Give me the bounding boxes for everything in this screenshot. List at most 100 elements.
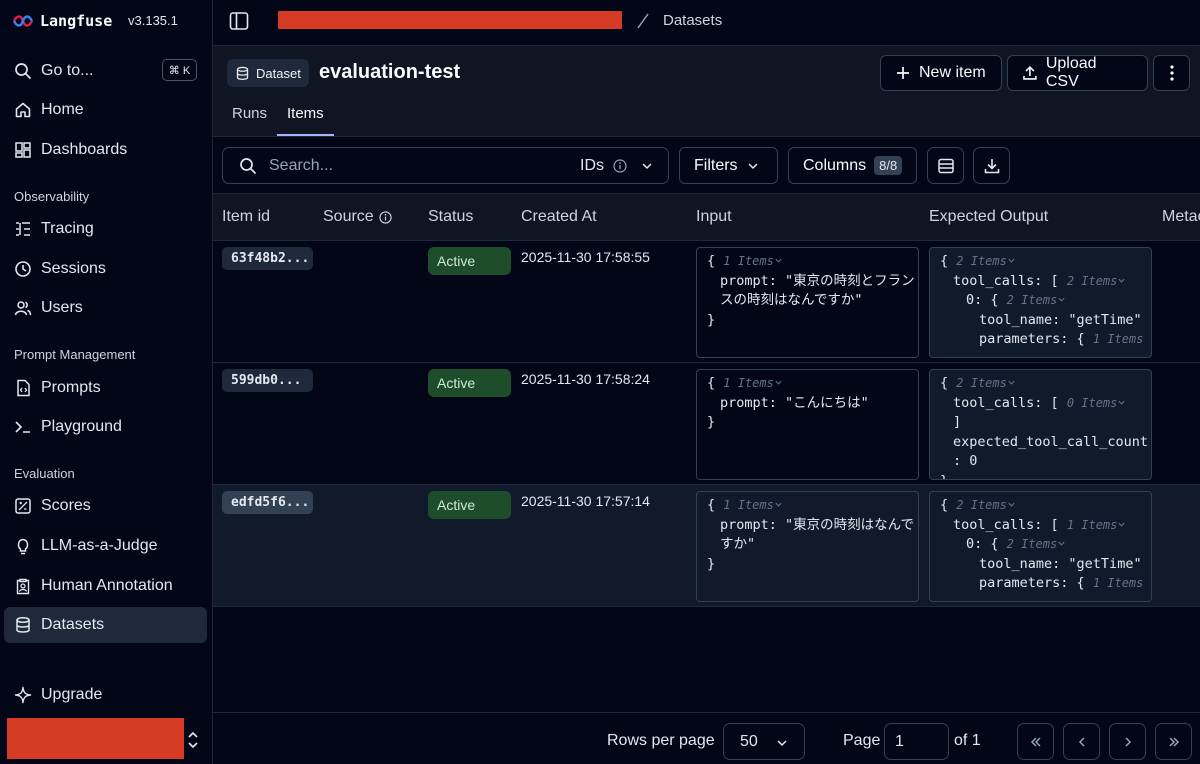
- chevrons-right-icon: [1168, 736, 1179, 747]
- chevrons-up-down-icon[interactable]: [186, 729, 200, 751]
- json-item-count: 1 Items: [1092, 576, 1144, 590]
- sidebar-header: Langfuse: [0, 0, 212, 42]
- chevron-down-icon[interactable]: [641, 160, 653, 172]
- last-page-button[interactable]: [1155, 723, 1192, 760]
- columns-button[interactable]: Columns 8/8: [788, 147, 917, 184]
- sidebar-item-playground[interactable]: Playground: [4, 409, 207, 445]
- json-item-count: 2 Items: [956, 376, 1007, 390]
- clock-icon: [15, 261, 31, 277]
- redacted-user-account[interactable]: [7, 718, 184, 759]
- chevron-down-icon[interactable]: [1117, 398, 1126, 407]
- column-header-metadata[interactable]: Metac: [1162, 208, 1200, 226]
- json-key: prompt:: [720, 516, 777, 533]
- json-item-count: 1 Items: [723, 376, 774, 390]
- file-code-icon: [17, 379, 30, 397]
- table-row[interactable]: 63f48b2... Active 2025-11-30 17:58:55 { …: [213, 241, 1200, 363]
- sidebar-item-tracing[interactable]: Tracing: [4, 211, 207, 247]
- more-actions-button[interactable]: [1153, 55, 1190, 91]
- json-string-value: "東京の時刻はなんで: [785, 516, 914, 533]
- sidebar-item-datasets[interactable]: Datasets: [4, 607, 207, 643]
- chevron-down-icon[interactable]: [1007, 500, 1016, 509]
- goto-shortcut-badge: ⌘ K: [162, 59, 197, 81]
- redacted-breadcrumb[interactable]: [278, 11, 622, 29]
- tab-items[interactable]: Items: [277, 105, 334, 136]
- sidebar-toggle-icon[interactable]: [229, 11, 249, 31]
- rows-per-page-select[interactable]: 50: [723, 723, 805, 760]
- table-row[interactable]: edfd5f6... Active 2025-11-30 17:57:14 { …: [213, 485, 1200, 607]
- input-json-viewer[interactable]: { 1 Items prompt: "東京の時刻とフラン スの時刻はなんですか"…: [696, 247, 919, 358]
- chevron-down-icon[interactable]: [774, 256, 783, 265]
- sidebar-item-scores[interactable]: Scores: [4, 488, 207, 524]
- input-json-viewer[interactable]: { 1 Items prompt: "東京の時刻はなんで すか" }: [696, 491, 919, 602]
- chevron-down-icon[interactable]: [1117, 276, 1126, 285]
- item-id-pill[interactable]: 63f48b2...: [222, 247, 313, 270]
- filters-button[interactable]: Filters: [679, 147, 778, 184]
- sidebar-item-users[interactable]: Users: [4, 290, 207, 326]
- json-key: 0: {: [966, 292, 999, 308]
- info-icon[interactable]: [613, 159, 627, 173]
- json-brace: {: [707, 253, 716, 269]
- column-header-item-id[interactable]: Item id: [222, 208, 270, 226]
- sidebar-item-upgrade[interactable]: Upgrade: [4, 677, 207, 713]
- page-number-input[interactable]: [884, 723, 949, 760]
- chevron-down-icon[interactable]: [1007, 256, 1016, 265]
- sidebar-item-label: Users: [41, 299, 83, 316]
- search-scope-select[interactable]: IDs: [580, 157, 604, 175]
- search-input[interactable]: [269, 154, 559, 178]
- chevron-down-icon[interactable]: [774, 500, 783, 509]
- chevron-down-icon[interactable]: [1117, 520, 1126, 529]
- home-icon: [15, 102, 31, 118]
- json-item-count: 1 Items: [723, 498, 774, 512]
- item-id-pill[interactable]: 599db0...: [222, 369, 313, 392]
- sidebar-item-dashboards[interactable]: Dashboards: [4, 132, 207, 168]
- dataset-badge-label: Dataset: [256, 65, 301, 81]
- previous-page-button[interactable]: [1063, 723, 1100, 760]
- info-icon[interactable]: [379, 211, 392, 224]
- filters-label: Filters: [694, 156, 738, 174]
- column-header-status[interactable]: Status: [428, 208, 473, 226]
- column-header-expected-output[interactable]: Expected Output: [929, 208, 1048, 226]
- table-toolbar: IDs Filters Columns 8/8: [213, 137, 1200, 194]
- column-header-created-at[interactable]: Created At: [521, 208, 597, 226]
- breadcrumb-datasets[interactable]: Datasets: [663, 12, 722, 29]
- json-key: tool_name:: [979, 311, 1061, 328]
- new-item-button[interactable]: New item: [880, 55, 1002, 91]
- json-brace: }: [940, 473, 948, 480]
- terminal-icon: [15, 421, 30, 433]
- download-button[interactable]: [973, 147, 1010, 184]
- json-string-value: "getTime": [1068, 311, 1142, 328]
- json-item-count: 1 Items: [1066, 517, 1118, 532]
- column-header-source[interactable]: Source: [323, 208, 374, 226]
- sidebar-item-sessions[interactable]: Sessions: [4, 251, 207, 287]
- upload-csv-button[interactable]: Upload CSV: [1007, 55, 1148, 91]
- expected-output-json-viewer[interactable]: { 2 Items tool_calls: [ 2 Items 0: { 2 I…: [929, 247, 1152, 358]
- table-row[interactable]: 599db0... Active 2025-11-30 17:58:24 { 1…: [213, 363, 1200, 485]
- first-page-button[interactable]: [1017, 723, 1054, 760]
- page-label: Page: [843, 732, 881, 749]
- item-id-pill[interactable]: edfd5f6...: [222, 491, 313, 514]
- next-page-button[interactable]: [1109, 723, 1146, 760]
- sidebar-item-label: Playground: [41, 418, 122, 435]
- sidebar-item-human-annotation[interactable]: Human Annotation: [4, 568, 207, 604]
- expected-output-json-viewer[interactable]: { 2 Items tool_calls: [ 0 Items ] expect…: [929, 369, 1152, 480]
- tab-runs[interactable]: Runs: [222, 105, 277, 136]
- sidebar-item-llm-as-a-judge[interactable]: LLM-as-a-Judge: [4, 528, 207, 564]
- sidebar-item-home[interactable]: Home: [4, 92, 207, 128]
- chevron-down-icon[interactable]: [1057, 295, 1066, 304]
- chevron-down-icon[interactable]: [1007, 378, 1016, 387]
- rows-layout-icon: [937, 158, 954, 173]
- json-number-value: : 0: [953, 453, 978, 469]
- sidebar-item-prompts[interactable]: Prompts: [4, 370, 207, 406]
- more-vertical-icon: [1169, 65, 1174, 81]
- expected-output-json-viewer[interactable]: { 2 Items tool_calls: [ 1 Items 0: { 2 I…: [929, 491, 1152, 602]
- chevron-down-icon[interactable]: [774, 378, 783, 387]
- chevron-down-icon[interactable]: [1057, 539, 1066, 548]
- json-item-count: 2 Items: [1006, 537, 1058, 551]
- input-json-viewer[interactable]: { 1 Items prompt: "こんにちは" }: [696, 369, 919, 480]
- app-name[interactable]: Langfuse: [40, 12, 112, 30]
- row-height-button[interactable]: [927, 147, 964, 184]
- json-item-count: 0 Items: [1066, 395, 1118, 410]
- column-header-input[interactable]: Input: [696, 208, 732, 226]
- score-icon: [15, 498, 31, 514]
- sidebar-item-label: Scores: [41, 497, 91, 514]
